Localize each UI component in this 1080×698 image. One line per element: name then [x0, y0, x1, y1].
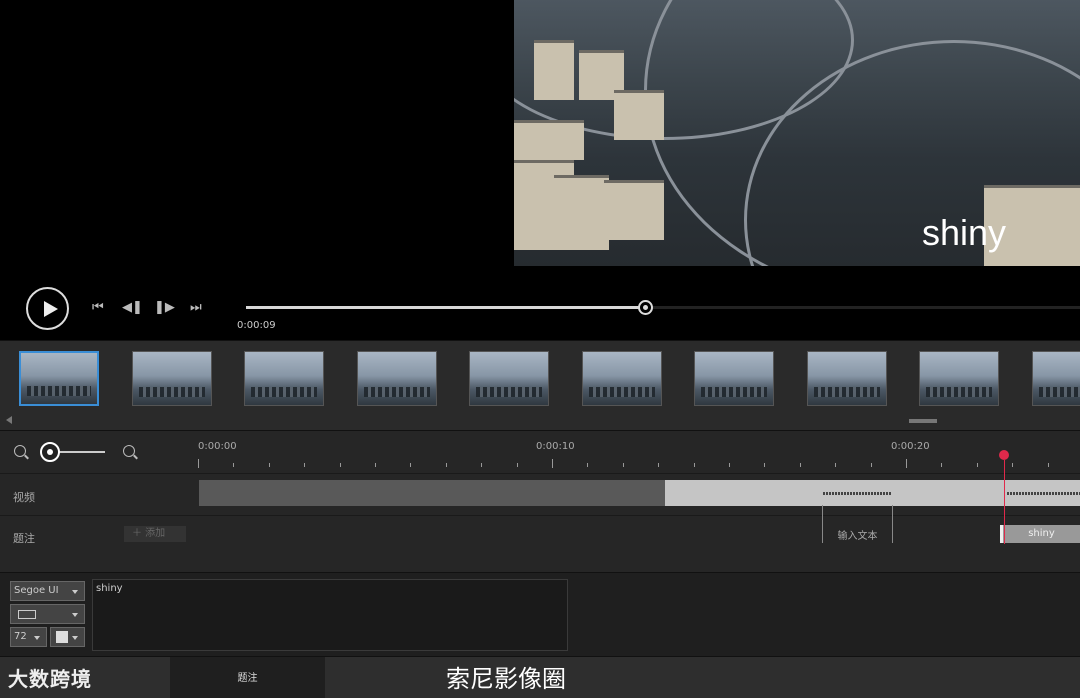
ruler-tick	[198, 459, 199, 468]
ruler-tick	[233, 463, 235, 467]
video-frame: shiny	[514, 0, 1080, 266]
caption-style-select[interactable]	[10, 604, 85, 624]
audio-wave-icon	[1007, 492, 1080, 495]
ruler-tick	[587, 463, 589, 467]
caption-clip-label: 输入文本	[837, 531, 878, 542]
strip-scrollbar[interactable]	[909, 419, 937, 423]
zoom-slider-knob[interactable]	[40, 442, 60, 462]
video-thumbnail[interactable]	[581, 351, 662, 406]
skip-to-start-icon[interactable]: ⏮	[92, 300, 104, 315]
zoom-in-icon[interactable]	[123, 445, 135, 457]
timeline: 0:00:00 0:00:10 0:00:20 视频 题注 ＋ 添加 输入文本 …	[0, 430, 1080, 572]
scroll-left-icon[interactable]	[6, 416, 12, 424]
ruler-tick	[729, 463, 730, 467]
ruler-tick	[1012, 463, 1014, 467]
font-size-select[interactable]: 72	[10, 627, 47, 647]
skip-to-end-icon[interactable]: ⏭	[190, 300, 202, 315]
previous-frame-icon[interactable]: ◀❚	[122, 300, 143, 315]
thumbnail-strip	[0, 340, 1080, 430]
play-button[interactable]	[26, 287, 69, 330]
zoom-out-icon[interactable]	[14, 445, 26, 457]
ruler-tick	[516, 463, 518, 467]
time-label: 0:00:20	[891, 441, 930, 452]
ruler-tick	[870, 463, 872, 467]
scrubber-handle[interactable]	[638, 300, 654, 315]
ruler-tick	[445, 463, 447, 467]
ruler-tick	[693, 463, 695, 467]
watermark-logo-right: 索尼影像圈	[446, 665, 566, 693]
current-time: 0:00:09	[237, 320, 276, 331]
video-thumbnail[interactable]	[244, 351, 324, 406]
ruler-tick	[481, 463, 483, 467]
ruler-tick	[1047, 463, 1049, 467]
ruler-tick	[552, 459, 553, 468]
ruler-tick	[622, 463, 624, 467]
caption-overlay-text: shiny	[921, 212, 1006, 253]
time-label: 0:00:10	[536, 441, 575, 452]
video-thumbnail[interactable]	[694, 351, 774, 406]
video-thumbnail[interactable]	[19, 351, 99, 406]
font-select[interactable]: Segoe UI	[10, 581, 85, 601]
color-select[interactable]	[50, 627, 85, 647]
ruler-tick	[906, 459, 907, 468]
add-caption-button[interactable]: ＋ 添加	[124, 526, 186, 542]
caption-style-icon	[18, 610, 36, 619]
video-preview: shiny ⏮ ◀❚ ❚▶ ⏭ 0:00:09	[0, 0, 1080, 340]
ruler-tick	[799, 463, 801, 467]
track-label-caption: 题注	[13, 532, 35, 545]
ruler-tick	[941, 463, 943, 467]
ruler-tick	[375, 463, 376, 467]
video-clip[interactable]	[199, 480, 665, 506]
video-thumbnail[interactable]	[131, 351, 212, 406]
ruler-tick	[268, 463, 270, 467]
bottom-tab-bar: 大数跨境 题注 索尼影像圈	[0, 656, 1080, 698]
tab-caption[interactable]: 题注	[170, 657, 325, 698]
ruler-tick	[339, 463, 341, 467]
time-label: 0:00:00	[198, 441, 237, 452]
video-editor-window: shiny ⏮ ◀❚ ❚▶ ⏭ 0:00:09 0:00:00 0:00:10 …	[0, 0, 1080, 698]
playhead-line	[1004, 460, 1005, 544]
video-thumbnail[interactable]	[919, 351, 999, 406]
playback-progress	[246, 306, 647, 309]
video-thumbnail[interactable]	[469, 351, 549, 406]
color-swatch	[56, 631, 68, 643]
next-frame-icon[interactable]: ❚▶	[154, 300, 175, 315]
track-label-video: 视频	[13, 491, 35, 504]
caption-text-input[interactable]: shiny	[92, 579, 568, 651]
watermark-logo-left: 大数跨境	[8, 667, 92, 691]
ruler-tick	[304, 463, 306, 467]
caption-clip[interactable]: 输入文本	[822, 505, 893, 543]
video-thumbnail[interactable]	[1031, 351, 1080, 406]
playhead-handle[interactable]	[999, 450, 1009, 460]
video-thumbnail[interactable]	[806, 351, 887, 406]
video-thumbnail[interactable]	[356, 351, 437, 406]
ruler-tick	[835, 463, 837, 467]
playback-scrubber[interactable]	[246, 306, 1080, 309]
ruler-tick	[976, 463, 978, 467]
caption-clip[interactable]: shiny	[1000, 525, 1080, 543]
ruler-tick	[658, 463, 660, 467]
ruler-tick	[764, 463, 766, 467]
audio-wave-icon	[823, 492, 891, 495]
ruler-tick	[410, 463, 412, 467]
caption-properties-panel: Segoe UI 72 shiny	[0, 572, 1080, 656]
